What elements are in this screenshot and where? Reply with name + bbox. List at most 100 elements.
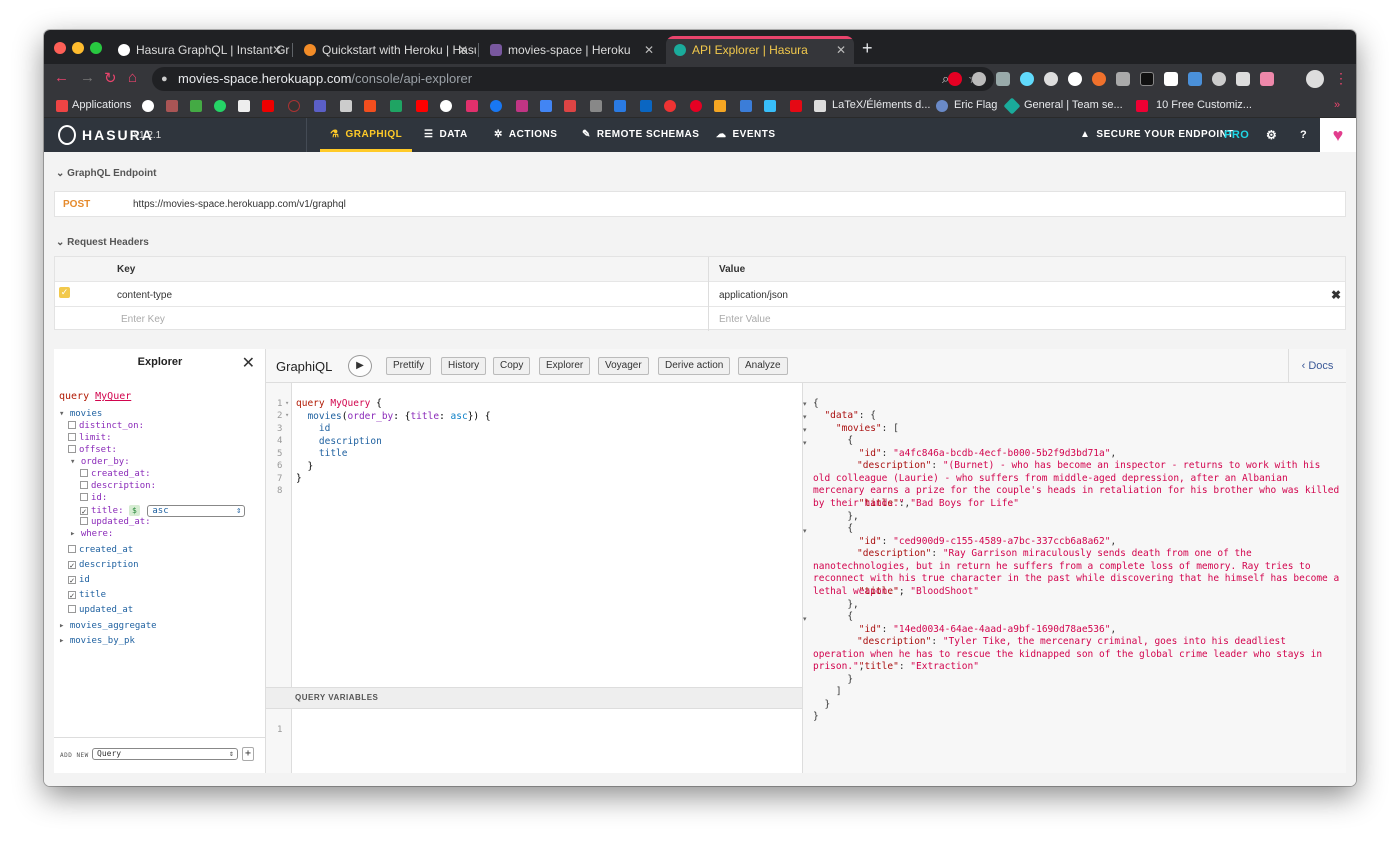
bookmark-latex[interactable]: LaTeX/Éléments d... [832, 99, 930, 111]
extension-icon[interactable] [1068, 72, 1082, 86]
history-button[interactable]: History [441, 357, 487, 375]
react-devtools-icon[interactable] [1020, 72, 1034, 86]
extension-icon[interactable] [996, 72, 1010, 86]
gmail-bookmark-icon[interactable] [564, 100, 576, 112]
invision-bookmark-icon[interactable] [466, 100, 478, 112]
google-bookmark-icon[interactable] [142, 100, 154, 112]
checkbox[interactable] [80, 517, 88, 525]
extension-icon[interactable] [1260, 72, 1274, 86]
field-created-at[interactable]: created_at [68, 545, 133, 555]
checkbox[interactable] [68, 433, 76, 441]
hasura-logo-icon[interactable] [58, 125, 76, 145]
tab-hasura-graphql[interactable]: Hasura GraphQL | Instant Grap ✕ [110, 36, 290, 64]
tab-graphiql[interactable]: ⚗ GRAPHIQL [320, 118, 413, 152]
close-tab-icon[interactable]: ✕ [272, 36, 282, 64]
back-arrow-icon[interactable]: ← [54, 69, 69, 86]
arg-where[interactable]: ▸ where: [70, 529, 113, 539]
checkbox[interactable] [80, 493, 88, 501]
graphql-endpoint-toggle[interactable]: ⌄ GraphQL Endpoint [56, 168, 156, 179]
address-bar[interactable]: ● movies-space.herokuapp.com/console/api… [152, 67, 994, 91]
bookmark-icon[interactable] [664, 100, 676, 112]
run-query-button[interactable]: ▶ [348, 355, 372, 377]
order-title[interactable]: ✓ title: $ asc ⇕ [80, 505, 246, 517]
youtube-bookmark-icon[interactable] [416, 100, 428, 112]
dark-mode-icon[interactable] [1044, 72, 1058, 86]
tab-movies-space-heroku[interactable]: movies-space | Heroku ✕ [482, 36, 662, 64]
checkbox[interactable] [68, 545, 76, 553]
remove-header-icon[interactable]: ✖ [1331, 288, 1341, 302]
pinterest-bookmark-icon[interactable] [690, 100, 702, 112]
header-value[interactable]: application/json [719, 290, 788, 301]
arg-offset[interactable]: offset: [68, 445, 117, 455]
bookmark-eric-flag[interactable]: Eric Flag [954, 99, 997, 111]
tab-data[interactable]: ☰ DATA [424, 118, 468, 152]
bookmark-icon[interactable] [262, 100, 274, 112]
tab-quickstart-heroku[interactable]: Quickstart with Heroku | Hasur ✕ [296, 36, 476, 64]
checkbox[interactable] [80, 481, 88, 489]
voyager-button[interactable]: Voyager [598, 357, 649, 375]
bookmark-icon[interactable] [340, 100, 352, 112]
order-direction-select[interactable]: asc ⇕ [147, 505, 246, 517]
pinterest-extension-icon[interactable] [948, 72, 962, 86]
field-description[interactable]: ✓ description [68, 560, 139, 570]
extension-icon[interactable] [1164, 72, 1178, 86]
more-bookmarks-button[interactable]: » [1334, 99, 1340, 111]
order-created-at[interactable]: created_at: [80, 469, 151, 479]
bookmark-icon[interactable] [590, 100, 602, 112]
maximize-window-button[interactable] [90, 42, 102, 54]
variable-toggle-icon[interactable]: $ [128, 505, 140, 516]
order-updated-at[interactable]: updated_at: [80, 517, 151, 527]
tab-actions[interactable]: ✲ ACTIONS [494, 118, 557, 152]
heart-icon[interactable]: ♥ [1320, 118, 1356, 152]
pro-link[interactable]: PRO [1224, 118, 1249, 152]
close-explorer-icon[interactable]: ✕ [242, 353, 255, 373]
checkbox-checked[interactable]: ✓ [68, 561, 76, 570]
header-enabled-checkbox[interactable]: ✓ [59, 287, 70, 298]
analyze-button[interactable]: Analyze [738, 357, 788, 375]
teams-bookmark-icon[interactable] [314, 100, 326, 112]
root-movies-aggregate[interactable]: ▸ movies_aggregate [59, 621, 157, 631]
pen-icon[interactable] [1116, 72, 1130, 86]
query-variables-header[interactable]: QUERY VARIABLES [266, 687, 802, 709]
order-id[interactable]: id: [80, 493, 107, 503]
extension-icon[interactable] [1236, 72, 1250, 86]
tab-remote-schemas[interactable]: ✎ REMOTE SCHEMAS [582, 118, 699, 152]
close-tab-icon[interactable]: ✕ [836, 36, 846, 64]
field-updated-at[interactable]: updated_at [68, 605, 133, 615]
arg-distinct-on[interactable]: distinct_on: [68, 421, 144, 431]
bookmark-general[interactable]: General | Team se... [1024, 99, 1123, 111]
checkbox[interactable] [80, 469, 88, 477]
bookmark-applications[interactable]: Applications [72, 99, 131, 111]
linkedin-bookmark-icon[interactable] [640, 100, 652, 112]
checkbox-checked[interactable]: ✓ [80, 507, 88, 516]
request-headers-toggle[interactable]: ⌄ Request Headers [56, 237, 149, 248]
checkbox[interactable] [68, 445, 76, 453]
add-operation-button[interactable]: + [242, 747, 254, 761]
endpoint-url[interactable]: https://movies-space.herokuapp.com/v1/gr… [133, 199, 346, 210]
new-tab-button[interactable]: + [862, 38, 873, 59]
menu-icon[interactable]: ⋮ [1334, 70, 1348, 87]
github-bookmark-icon[interactable] [440, 100, 452, 112]
figma-bookmark-icon[interactable] [364, 100, 376, 112]
extension-icon[interactable] [1188, 72, 1202, 86]
drive-bookmark-icon[interactable] [390, 100, 402, 112]
operation-type-select[interactable]: Query ⇕ [92, 748, 238, 760]
root-movies-by-pk[interactable]: ▸ movies_by_pk [59, 636, 135, 646]
fold-arrow-icon[interactable]: ▾ [803, 426, 807, 434]
whatsapp-bookmark-icon[interactable] [214, 100, 226, 112]
home-icon[interactable]: ⌂ [128, 69, 137, 86]
copy-button[interactable]: Copy [493, 357, 531, 375]
forward-arrow-icon[interactable]: → [80, 69, 95, 86]
translate-bookmark-icon[interactable] [540, 100, 552, 112]
close-window-button[interactable] [54, 42, 66, 54]
operation-name-input[interactable]: MyQuer [95, 391, 131, 402]
fold-arrow-icon[interactable]: ▾ [285, 399, 289, 407]
header-key[interactable]: content-type [117, 290, 172, 301]
bookmark-icon[interactable] [614, 100, 626, 112]
minimize-window-button[interactable] [72, 42, 84, 54]
secure-endpoint-button[interactable]: ▲ SECURE YOUR ENDPOINT [1080, 118, 1234, 152]
fold-arrow-icon[interactable]: ▾ [803, 439, 807, 447]
tab-events[interactable]: ☁ EVENTS [716, 118, 776, 152]
bookmark-free-customiz[interactable]: 10 Free Customiz... [1156, 99, 1252, 111]
bookmark-icon[interactable] [166, 100, 178, 112]
